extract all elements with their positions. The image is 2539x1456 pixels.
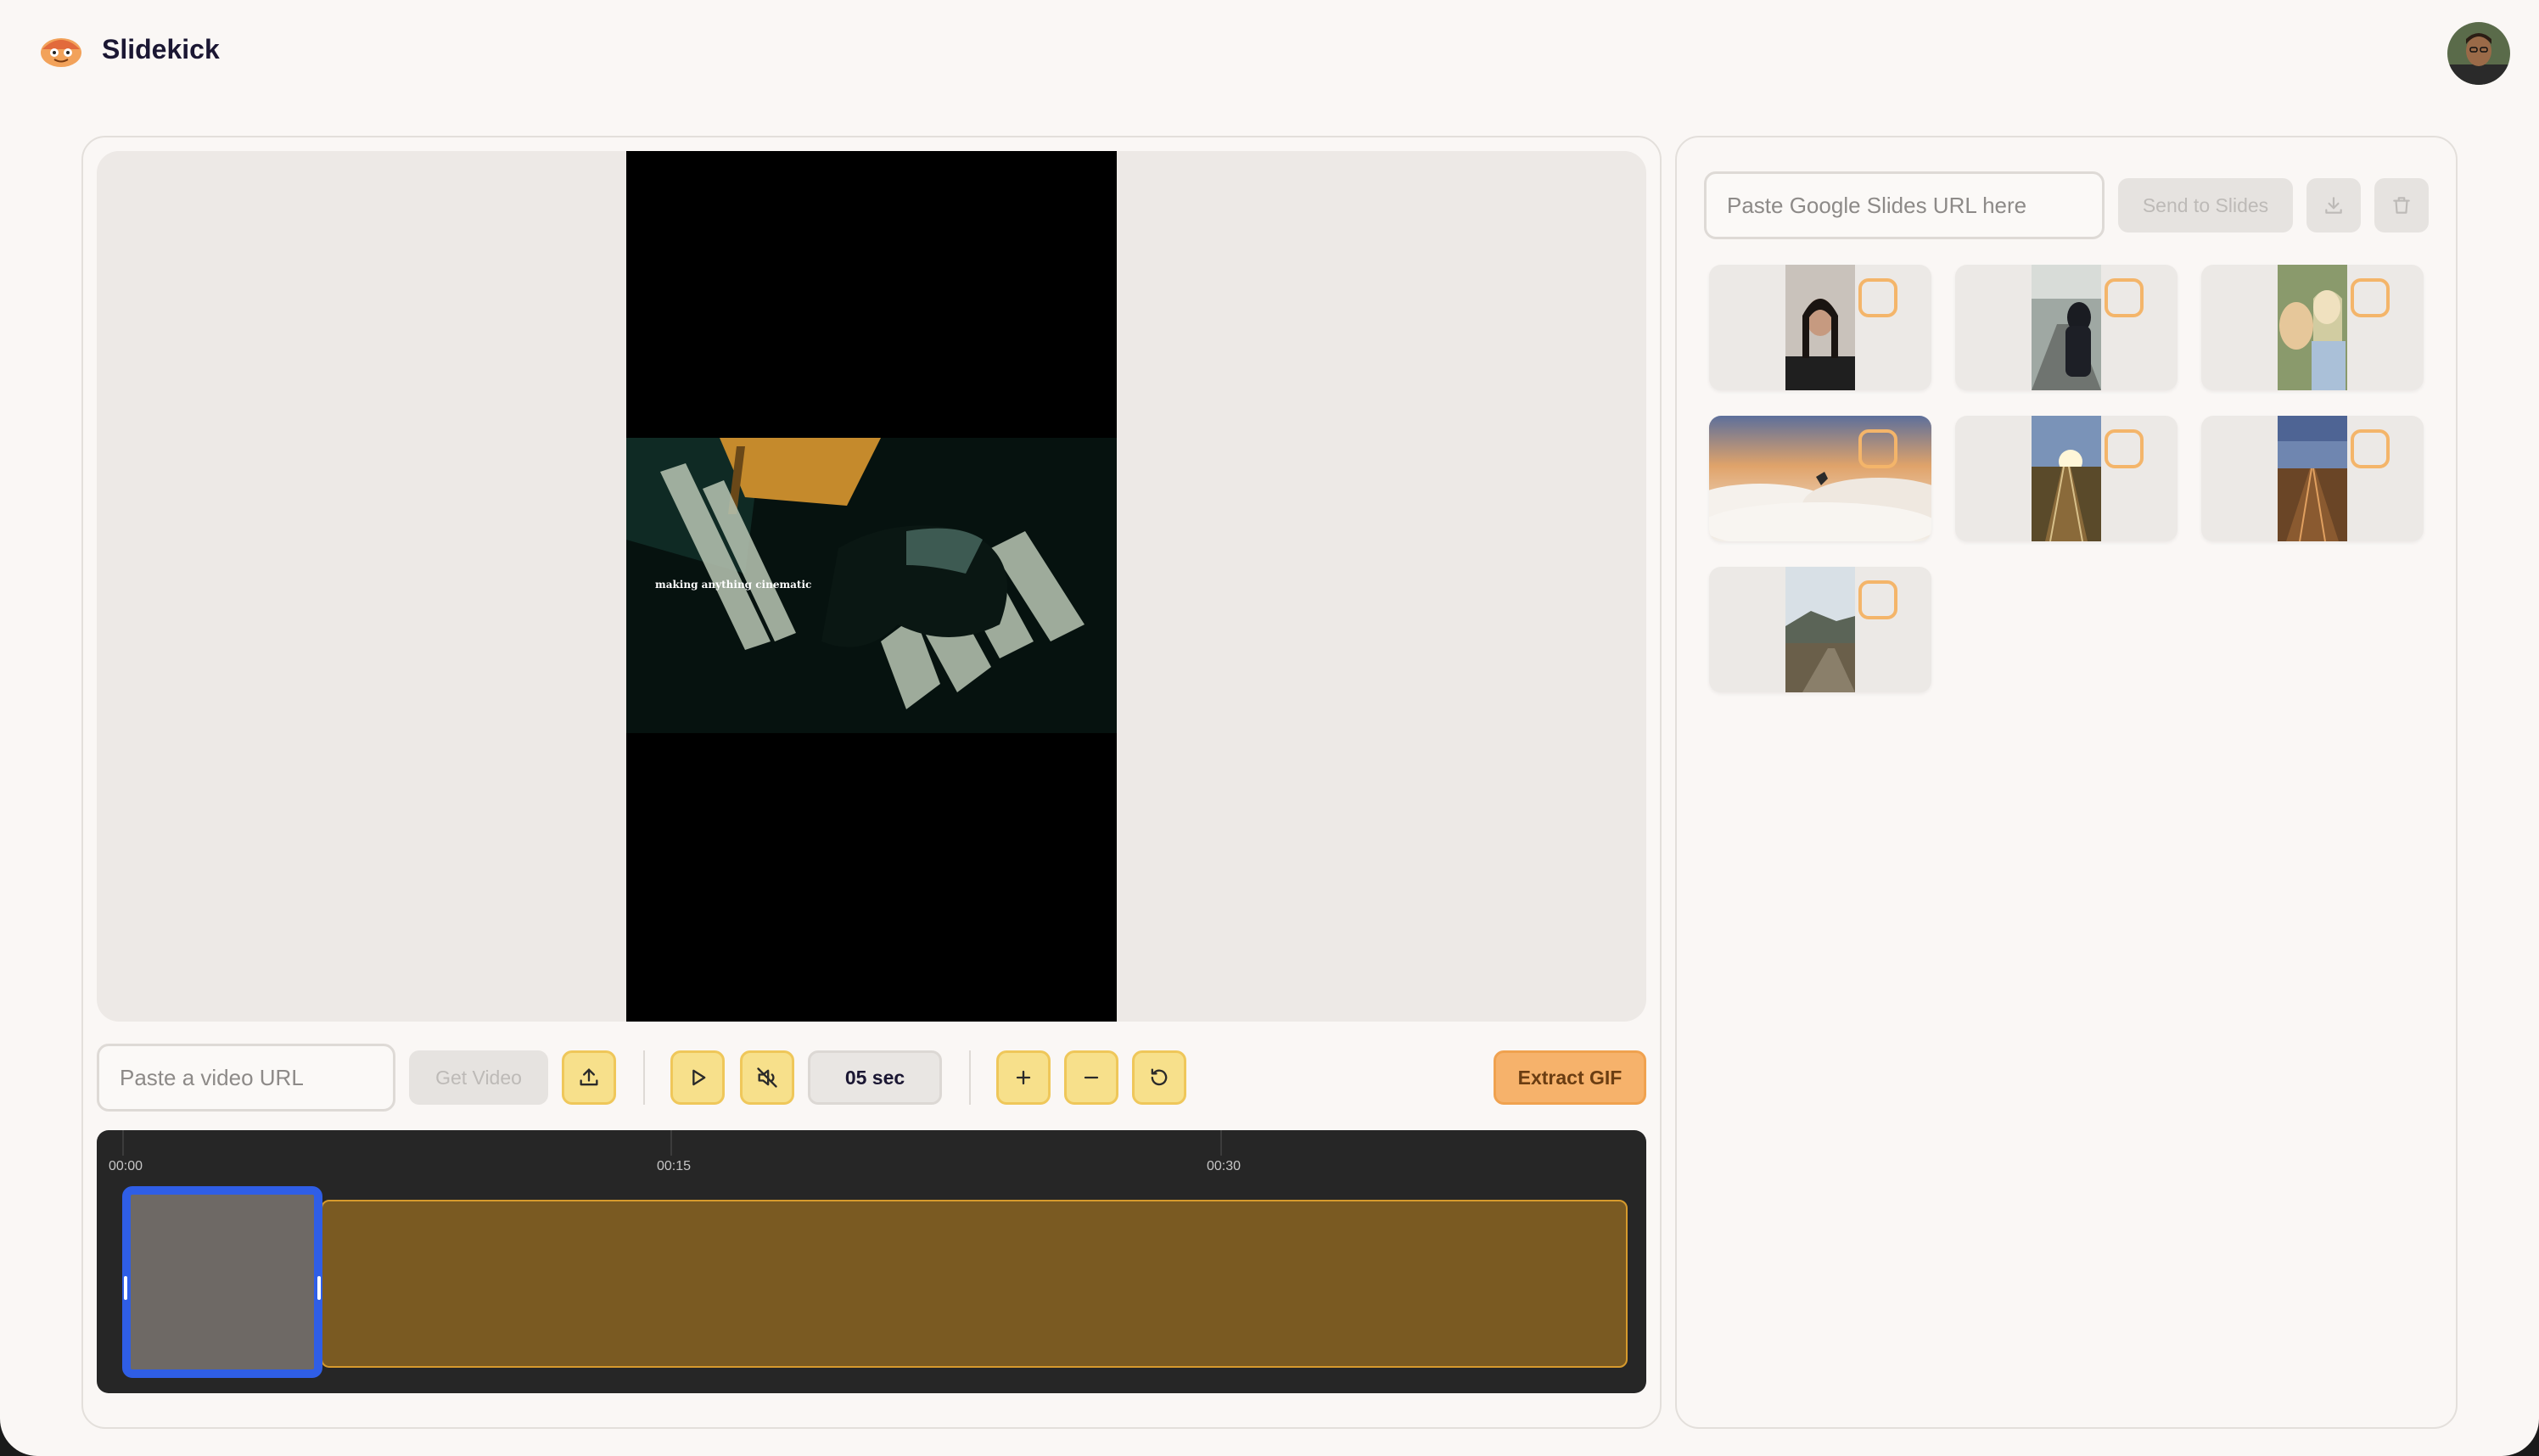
thumbnail-image — [1709, 416, 1931, 541]
download-icon — [2325, 197, 2342, 214]
reset-button[interactable] — [1132, 1050, 1186, 1105]
app-title: Slidekick — [102, 34, 220, 64]
thumbnail-image — [2032, 265, 2101, 390]
video-player[interactable]: making anything cinematic — [626, 151, 1117, 1022]
get-video-button[interactable]: Get Video — [409, 1050, 548, 1105]
frame-thumbnail[interactable] — [1955, 416, 2177, 541]
google-slides-url-input[interactable] — [1704, 171, 2105, 239]
mute-icon — [757, 1067, 777, 1088]
frame-thumbnail[interactable] — [1709, 416, 1931, 541]
thumbnail-image — [1785, 265, 1855, 390]
video-preview-area: making anything cinematic — [97, 151, 1646, 1022]
thumbnail-checkbox[interactable] — [1858, 580, 1897, 619]
slidekick-logo-icon — [41, 38, 81, 67]
video-url-input[interactable] — [97, 1044, 395, 1112]
upload-button[interactable] — [562, 1050, 616, 1105]
thumbnail-checkbox[interactable] — [2351, 278, 2390, 317]
upload-icon — [580, 1068, 598, 1086]
frame-thumbnail[interactable] — [1709, 265, 1931, 390]
frame-thumbnail[interactable] — [1955, 265, 2177, 390]
extract-gif-button[interactable]: Extract GIF — [1494, 1050, 1646, 1105]
zoom-out-button[interactable] — [1064, 1050, 1118, 1105]
frame-thumbnail[interactable] — [2201, 416, 2424, 541]
timeline-tick-label: 00:15 — [657, 1159, 692, 1173]
frame-thumbnail[interactable] — [1709, 567, 1931, 692]
thumbnail-checkbox[interactable] — [1858, 429, 1897, 468]
separator — [643, 1050, 645, 1105]
thumbnail-image — [1785, 567, 1855, 692]
user-avatar[interactable] — [2447, 22, 2510, 85]
separator — [969, 1050, 971, 1105]
trim-handle-end[interactable] — [317, 1276, 321, 1300]
play-button[interactable] — [670, 1050, 725, 1105]
thumbnail-checkbox[interactable] — [2105, 429, 2144, 468]
thumbnail-checkbox[interactable] — [1858, 278, 1897, 317]
download-button[interactable] — [2306, 178, 2361, 232]
app-window: Slidekick making anything cinematic Past… — [0, 0, 2539, 1456]
timeline-tick — [122, 1130, 124, 1156]
frame-thumbnail[interactable] — [2201, 265, 2424, 390]
play-icon — [692, 1069, 706, 1086]
thumbnail-checkbox[interactable] — [2351, 429, 2390, 468]
trash-icon — [2393, 197, 2410, 214]
thumbnail-image — [2278, 416, 2347, 541]
thumbnail-checkbox[interactable] — [2105, 278, 2144, 317]
send-to-slides-button[interactable]: Send to Slides — [2118, 178, 2293, 232]
timeline-tick — [1220, 1130, 1222, 1156]
video-caption-text: making anything cinematic — [655, 579, 812, 591]
delete-button[interactable] — [2374, 178, 2429, 232]
clip-duration-display: 05 sec — [808, 1050, 942, 1105]
thumbnail-image — [2278, 265, 2347, 390]
mute-button[interactable] — [740, 1050, 794, 1105]
plus-icon — [1016, 1070, 1031, 1085]
zoom-in-button[interactable] — [996, 1050, 1051, 1105]
minus-icon — [1084, 1076, 1099, 1079]
clip-selection[interactable] — [122, 1186, 322, 1378]
reset-icon — [1151, 1068, 1168, 1086]
timeline-tick-label: 00:30 — [1207, 1159, 1241, 1173]
trim-handle-start[interactable] — [124, 1276, 127, 1300]
timeline-tick — [670, 1130, 672, 1156]
timeline-tick-label: 00:00 — [109, 1159, 143, 1173]
thumbnail-image — [2032, 416, 2101, 541]
timeline[interactable]: 00:00 00:15 00:30 — [97, 1130, 1646, 1393]
video-track[interactable] — [321, 1200, 1628, 1368]
